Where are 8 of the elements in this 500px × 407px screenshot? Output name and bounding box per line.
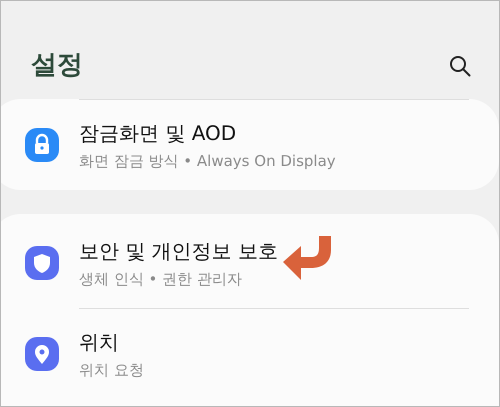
- search-icon[interactable]: [449, 55, 471, 77]
- setting-title[interactable]: 위치: [79, 328, 144, 356]
- setting-description: 위치 요청: [79, 360, 144, 380]
- setting-title[interactable]: 보안 및 개인정보 보호: [79, 238, 278, 264]
- setting-description: 생체 인식 • 권한 관리자: [79, 270, 243, 288]
- setting-title[interactable]: 잠금화면 및 AOD: [79, 120, 336, 146]
- page-title: 설정: [31, 48, 83, 82]
- setting-description: 화면 잠금 방식 • Always On Display: [79, 152, 336, 170]
